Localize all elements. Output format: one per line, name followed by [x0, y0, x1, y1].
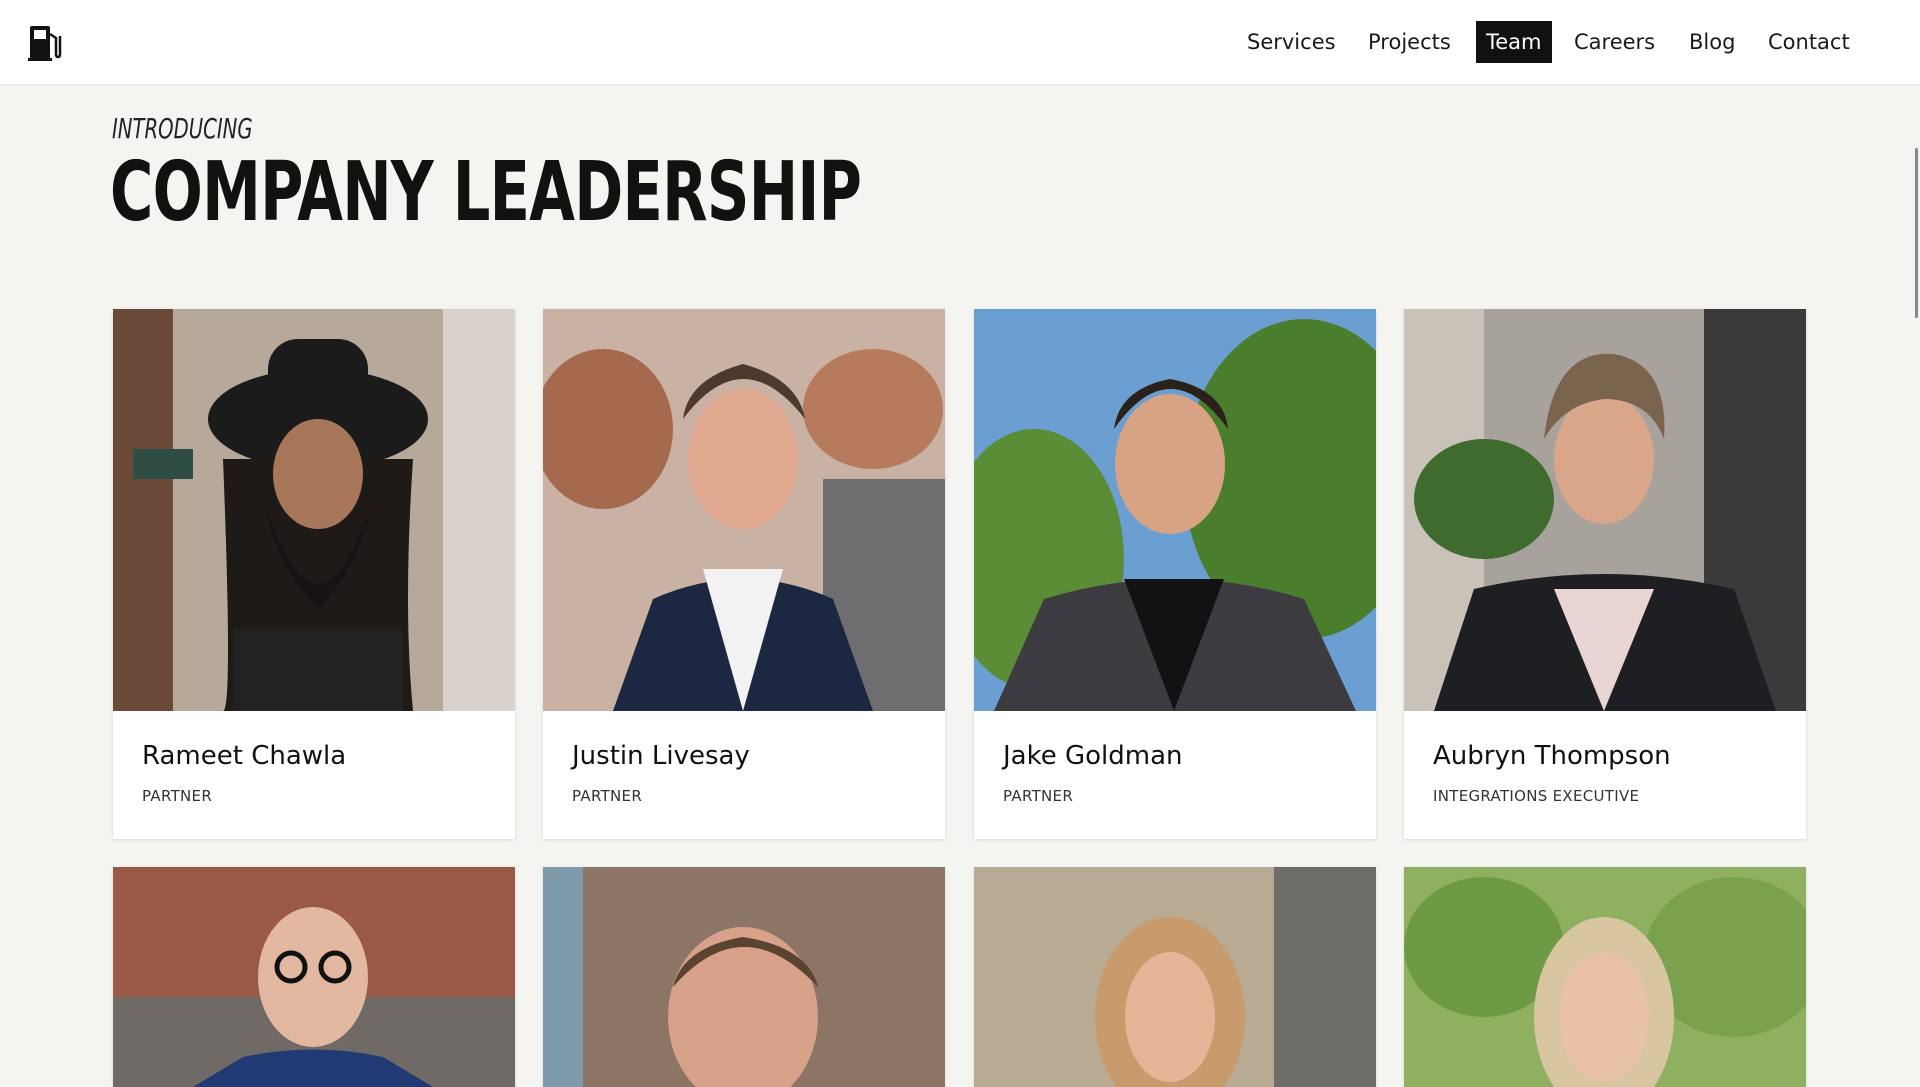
section-kicker: INTRODUCING [112, 112, 253, 145]
team-card[interactable] [974, 867, 1376, 1087]
team-info: Rameet Chawla PARTNER [113, 711, 515, 839]
team-name: Jake Goldman [1003, 741, 1183, 771]
team-role: PARTNER [572, 787, 643, 805]
team-name: Justin Livesay [572, 741, 750, 771]
nav-blog[interactable]: Blog [1689, 21, 1735, 63]
nav-services[interactable]: Services [1247, 21, 1336, 63]
nav-contact[interactable]: Contact [1768, 21, 1850, 63]
team-card[interactable]: Aubryn Thompson INTEGRATIONS EXECUTIVE [1404, 309, 1806, 839]
team-photo [113, 309, 515, 711]
scrollbar-thumb[interactable] [1915, 148, 1918, 318]
team-role: PARTNER [1003, 787, 1074, 805]
team-photo [1404, 309, 1806, 711]
page-title: COMPANY LEADERSHIP [110, 145, 862, 240]
team-info: Aubryn Thompson INTEGRATIONS EXECUTIVE [1404, 711, 1806, 839]
nav-careers[interactable]: Careers [1574, 21, 1655, 63]
team-card[interactable]: Rameet Chawla PARTNER [113, 309, 515, 839]
team-card[interactable]: Justin Livesay PARTNER [543, 309, 945, 839]
team-photo [113, 867, 515, 1087]
nav-projects[interactable]: Projects [1368, 21, 1451, 63]
team-name: Aubryn Thompson [1433, 741, 1671, 771]
team-card[interactable] [1404, 867, 1806, 1087]
team-card[interactable] [113, 867, 515, 1087]
team-card[interactable]: Jake Goldman PARTNER [974, 309, 1376, 839]
team-photo [543, 309, 945, 711]
team-photo [974, 309, 1376, 711]
top-navigation-bar: Services Projects Team Careers Blog Cont… [0, 0, 1920, 84]
team-name: Rameet Chawla [142, 741, 347, 771]
team-info: Justin Livesay PARTNER [543, 711, 945, 839]
team-card[interactable] [543, 867, 945, 1087]
team-info: Jake Goldman PARTNER [974, 711, 1376, 839]
team-photo [1404, 867, 1806, 1087]
team-photo [543, 867, 945, 1087]
nav-team[interactable]: Team [1476, 21, 1552, 63]
page-scrollbar[interactable] [1912, 84, 1920, 1080]
team-photo [974, 867, 1376, 1087]
team-role: PARTNER [142, 787, 213, 805]
fuel-pump-icon[interactable] [28, 22, 62, 62]
team-role: INTEGRATIONS EXECUTIVE [1433, 787, 1640, 805]
